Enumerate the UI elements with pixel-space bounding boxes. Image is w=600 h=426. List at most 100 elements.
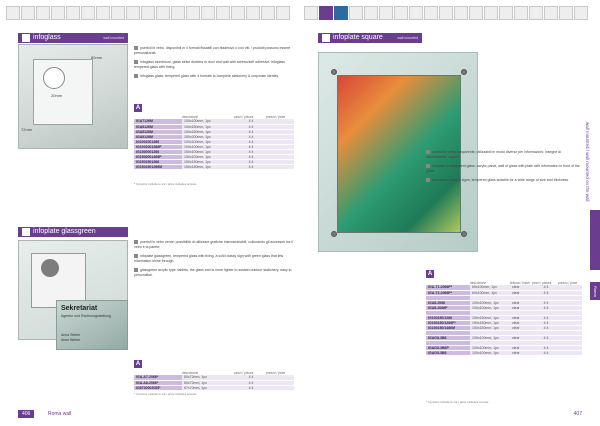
catalog-page: infoglass wall mounted 80mm 20mm 72mm pu… [0, 0, 600, 426]
product-table-glassgreen: descrizione pezzi / pieces prezzo / pric… [134, 368, 294, 391]
col-description: descrizione [182, 115, 199, 119]
sign-photo: Sekretariat Agentur und Rechnungsstellun… [56, 300, 128, 350]
col-code [134, 368, 182, 375]
thumb[interactable] [66, 6, 80, 20]
bullet-icon [134, 254, 138, 259]
col-pieces: pezzi / pieces [234, 371, 254, 375]
col-pieces: pezzi / pieces [532, 281, 552, 285]
category-badge: A [134, 104, 142, 112]
thumb[interactable] [499, 6, 513, 20]
feature-text: glassgreen acrylic type: tablets, the gl… [134, 268, 292, 277]
thumb[interactable] [349, 6, 363, 20]
thumb[interactable] [334, 6, 348, 20]
thumb[interactable] [81, 6, 95, 20]
thumb[interactable] [36, 6, 50, 20]
side-tab[interactable]: Roma [590, 282, 600, 300]
bullet-icon [426, 150, 430, 155]
thumb[interactable] [231, 6, 245, 20]
section-subtitle: wall mounted [397, 36, 418, 40]
sign-title: Sekretariat [61, 305, 98, 312]
product-image-infoglass: 80mm 20mm 72mm [18, 44, 128, 149]
thumb[interactable] [186, 6, 200, 20]
mount-screw-icon [461, 231, 467, 237]
feature-text: Infoglass glass: tempered glass with 4 f… [140, 74, 279, 78]
thumb[interactable] [559, 6, 573, 20]
thumb[interactable] [246, 6, 260, 20]
dimension-height: 72mm [21, 127, 33, 132]
feature-text: infoplate glassgreen, tempered glass wit… [134, 254, 284, 263]
mount-screw-icon [331, 69, 337, 75]
thumb[interactable] [171, 6, 185, 20]
table-row: IGAG/L3B6 100x100mm, 1pc clear 4 4 [426, 350, 582, 356]
thumb[interactable] [469, 6, 483, 20]
feature-text: puertoli in vetro verde: possibilità di … [134, 240, 293, 249]
col-description: descrizione [470, 281, 487, 285]
cell-desc: 67x70mm, 1pc [182, 385, 234, 391]
thumb[interactable] [574, 6, 588, 20]
table-row: IG6700002055* 67x70mm, 1pc 4 4 [134, 385, 294, 391]
cell-qty: 4 4 [234, 164, 266, 170]
thumb[interactable] [96, 6, 110, 20]
feature-text: puertoli in vetro trasparente, utilizzab… [426, 150, 561, 159]
thumb[interactable] [276, 6, 290, 20]
thumb[interactable] [529, 6, 543, 20]
cell-price [266, 164, 294, 170]
bullet-icon [426, 178, 430, 183]
thumb[interactable] [424, 6, 438, 20]
thumb[interactable] [201, 6, 215, 20]
side-vertical-label: wall mounted / wall mounted on the wall [585, 122, 590, 202]
bullet-icon [134, 46, 138, 51]
section-title: infoglass [33, 34, 61, 41]
page-number-right: 407 [573, 411, 582, 417]
mount-screw-icon [331, 231, 337, 237]
thumb[interactable] [21, 6, 35, 20]
table-header: descrizione pezzi / pieces prezzo / pric… [134, 112, 294, 119]
thumb[interactable] [216, 6, 230, 20]
thumb[interactable] [51, 6, 65, 20]
section-title: infoplate square [333, 34, 383, 41]
thumb[interactable] [304, 6, 318, 20]
bullet-icon [134, 240, 138, 245]
cell-desc: 150x150mm, 1pc [182, 164, 234, 170]
thumb[interactable] [484, 6, 498, 20]
table-note: * Il prezzo include le viti / price incl… [134, 392, 197, 396]
col-price: prezzo / price [266, 115, 286, 119]
sign-subtitle: Agentur und Rechnungsstellung [61, 314, 111, 318]
thumb[interactable] [439, 6, 453, 20]
thumb[interactable] [6, 6, 20, 20]
bullet-icon [134, 74, 138, 79]
square-icon [322, 34, 330, 42]
side-accent [590, 210, 600, 270]
thumb[interactable] [514, 6, 528, 20]
thumb[interactable] [261, 6, 275, 20]
square-icon [22, 228, 30, 236]
mount-circle [43, 67, 65, 89]
bullet-icon [426, 164, 430, 169]
feature-text: infoglass aluminium, glass strike divide… [134, 60, 285, 69]
mount-circle [41, 259, 59, 277]
thumb[interactable] [379, 6, 393, 20]
cell-qty: 4 4 [234, 385, 266, 391]
thumb[interactable] [544, 6, 558, 20]
thumb[interactable] [394, 6, 408, 20]
thumb[interactable] [364, 6, 378, 20]
thumb[interactable] [111, 6, 125, 20]
cell-desc: 100x100mm, 1pc [470, 350, 510, 356]
cell-price [266, 385, 294, 391]
thumb[interactable] [409, 6, 423, 20]
mount-screw-icon [461, 69, 467, 75]
thumb[interactable] [141, 6, 155, 20]
col-finish: finitura / finish [510, 281, 530, 285]
cell-price [558, 350, 582, 356]
thumb[interactable] [454, 6, 468, 20]
thumb[interactable] [126, 6, 140, 20]
category-badge: A [134, 360, 142, 368]
footer-label-left: Roma wall [48, 411, 72, 417]
sign-names: Anna Sieber Anne Weber [61, 333, 81, 342]
table-note: * Il prezzo include le viti / price incl… [426, 400, 489, 404]
thumb[interactable] [156, 6, 170, 20]
cell-qty: 4 4 [532, 350, 558, 356]
category-badge: A [426, 270, 434, 278]
thumb-selected[interactable] [319, 6, 333, 20]
col-code [426, 278, 470, 285]
